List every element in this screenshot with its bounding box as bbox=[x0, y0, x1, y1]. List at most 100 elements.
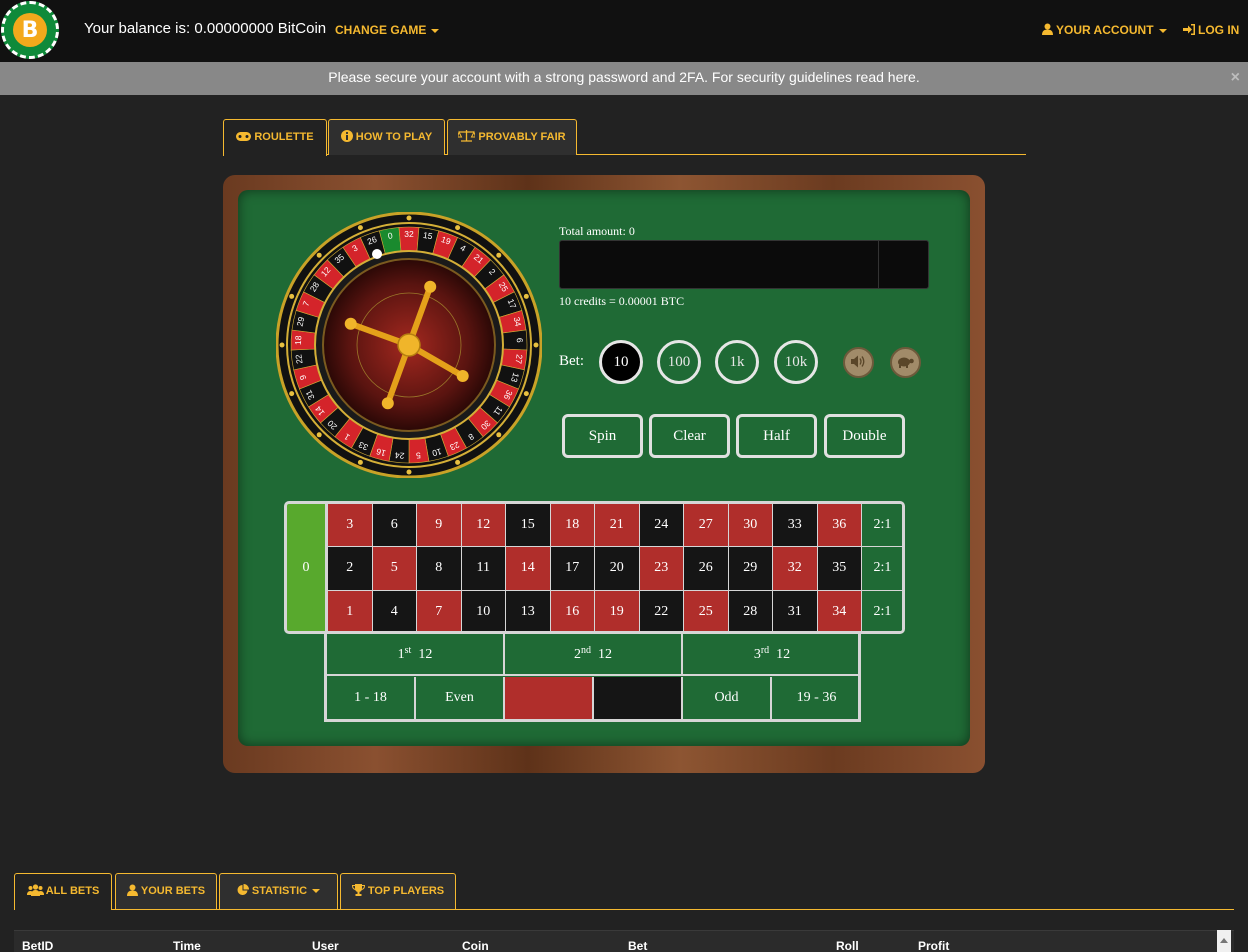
board-zero[interactable]: 0 bbox=[284, 501, 325, 634]
col-time[interactable]: Time bbox=[173, 939, 201, 952]
board-number-28[interactable]: 28 bbox=[728, 590, 773, 631]
board-number-14[interactable]: 14 bbox=[506, 547, 551, 591]
close-icon[interactable]: × bbox=[1231, 70, 1240, 86]
board-number-16[interactable]: 16 bbox=[550, 590, 595, 631]
dozen-1[interactable]: 1st 12 bbox=[327, 634, 505, 676]
board-number-35[interactable]: 35 bbox=[817, 547, 862, 591]
tab-top-players-label: TOP PLAYERS bbox=[367, 885, 445, 897]
wheel-stud bbox=[496, 252, 502, 258]
bitcoin-logo[interactable]: B bbox=[1, 1, 59, 59]
dozen-2-sup: nd bbox=[581, 645, 591, 656]
tab-your-bets-label: YOUR BETS bbox=[140, 885, 206, 897]
wheel-stud bbox=[455, 225, 461, 231]
tab-top-players[interactable]: TOP PLAYERS bbox=[340, 873, 456, 909]
sound-toggle[interactable] bbox=[843, 347, 874, 378]
tab-roulette[interactable]: ROULETTE bbox=[223, 119, 327, 156]
your-account-dropdown[interactable]: YOUR ACCOUNT bbox=[1042, 23, 1167, 37]
board-number-1[interactable]: 1 bbox=[328, 590, 373, 631]
bet-black[interactable] bbox=[594, 677, 683, 719]
board-number-5[interactable]: 5 bbox=[372, 547, 417, 591]
col-user[interactable]: User bbox=[312, 939, 339, 952]
board-number-11[interactable]: 11 bbox=[461, 547, 506, 591]
bet-odd[interactable]: Odd bbox=[683, 677, 772, 719]
wheel-number-27: 27 bbox=[514, 354, 525, 365]
tab-provably-fair[interactable]: PROVABLY FAIR bbox=[447, 119, 577, 155]
board-number-4[interactable]: 4 bbox=[372, 590, 417, 631]
dozen-3[interactable]: 3rd 12 bbox=[683, 634, 861, 676]
board-number-2[interactable]: 2 bbox=[328, 547, 373, 591]
dozen-3-sup: rd bbox=[760, 645, 770, 656]
speed-toggle[interactable] bbox=[890, 347, 921, 378]
column-bet-1[interactable]: 2:1 bbox=[862, 504, 902, 548]
tab-all-bets[interactable]: ALL BETS bbox=[14, 873, 112, 910]
col-profit[interactable]: Profit bbox=[918, 939, 949, 952]
change-game-dropdown[interactable]: CHANGE GAME bbox=[335, 23, 440, 37]
users-icon bbox=[26, 884, 44, 896]
turret-knob bbox=[424, 280, 437, 293]
col-roll[interactable]: Roll bbox=[836, 939, 859, 952]
scroll-up-arrow-icon[interactable] bbox=[1220, 938, 1228, 943]
board-number-36[interactable]: 36 bbox=[817, 504, 862, 548]
tab-your-bets[interactable]: YOUR BETS bbox=[115, 873, 217, 909]
board-number-23[interactable]: 23 bbox=[639, 547, 684, 591]
board-number-31[interactable]: 31 bbox=[773, 590, 818, 631]
clear-button[interactable]: Clear bbox=[649, 414, 730, 458]
col-coin[interactable]: Coin bbox=[462, 939, 489, 952]
outside-bets: 1st 12 2nd 12 3rd 12 1 - 18 Even Odd 19 … bbox=[324, 634, 861, 722]
board-number-6[interactable]: 6 bbox=[372, 504, 417, 548]
log-in-link[interactable]: LOG IN bbox=[1183, 23, 1239, 37]
board-number-12[interactable]: 12 bbox=[461, 504, 506, 548]
board-number-7[interactable]: 7 bbox=[417, 590, 462, 631]
dozen-2[interactable]: 2nd 12 bbox=[505, 634, 683, 676]
board-number-30[interactable]: 30 bbox=[728, 504, 773, 548]
wheel-stud bbox=[523, 293, 529, 299]
board-number-10[interactable]: 10 bbox=[461, 590, 506, 631]
board-number-27[interactable]: 27 bbox=[684, 504, 729, 548]
board-number-17[interactable]: 17 bbox=[550, 547, 595, 591]
board-number-24[interactable]: 24 bbox=[639, 504, 684, 548]
board-number-9[interactable]: 9 bbox=[417, 504, 462, 548]
board-number-21[interactable]: 21 bbox=[595, 504, 640, 548]
col-bet[interactable]: Bet bbox=[628, 939, 647, 952]
dozen-1-val: 12 bbox=[418, 647, 433, 662]
user-icon bbox=[126, 884, 138, 896]
bet-low-1-18[interactable]: 1 - 18 bbox=[327, 677, 416, 719]
chip-10[interactable]: 10 bbox=[599, 340, 643, 384]
log-in-label: LOG IN bbox=[1198, 23, 1240, 37]
board-number-8[interactable]: 8 bbox=[417, 547, 462, 591]
bet-red[interactable] bbox=[505, 677, 594, 719]
board-number-26[interactable]: 26 bbox=[684, 547, 729, 591]
board-number-15[interactable]: 15 bbox=[506, 504, 551, 548]
bet-even[interactable]: Even bbox=[416, 677, 505, 719]
board-number-33[interactable]: 33 bbox=[773, 504, 818, 548]
wheel-number-24: 24 bbox=[394, 450, 405, 461]
board-number-25[interactable]: 25 bbox=[684, 590, 729, 631]
chip-1k[interactable]: 1k bbox=[715, 340, 759, 384]
board-number-20[interactable]: 20 bbox=[595, 547, 640, 591]
board-number-32[interactable]: 32 bbox=[773, 547, 818, 591]
logo-clover-icon: B bbox=[13, 13, 47, 47]
half-button[interactable]: Half bbox=[736, 414, 817, 458]
chip-100[interactable]: 100 bbox=[657, 340, 701, 384]
board-number-18[interactable]: 18 bbox=[550, 504, 595, 548]
double-button[interactable]: Double bbox=[824, 414, 905, 458]
col-betid[interactable]: BetID bbox=[22, 939, 53, 952]
board-number-13[interactable]: 13 bbox=[506, 590, 551, 631]
board-number-34[interactable]: 34 bbox=[817, 590, 862, 631]
tab-how-to-play[interactable]: HOW TO PLAY bbox=[328, 119, 445, 155]
column-bet-2[interactable]: 2:1 bbox=[862, 547, 902, 591]
board-number-22[interactable]: 22 bbox=[639, 590, 684, 631]
tab-statistic[interactable]: STATISTIC bbox=[219, 873, 338, 909]
column-bet-3[interactable]: 2:1 bbox=[862, 590, 902, 631]
wheel-stud bbox=[496, 432, 502, 438]
scrollbar[interactable] bbox=[1217, 930, 1231, 952]
chip-10k[interactable]: 10k bbox=[774, 340, 818, 384]
board-number-19[interactable]: 19 bbox=[595, 590, 640, 631]
bet-high-19-36[interactable]: 19 - 36 bbox=[772, 677, 861, 719]
board-number-29[interactable]: 29 bbox=[728, 547, 773, 591]
wheel-stud bbox=[279, 342, 285, 348]
board-number-3[interactable]: 3 bbox=[328, 504, 373, 548]
spin-button[interactable]: Spin bbox=[562, 414, 643, 458]
alert-message[interactable]: Please secure your account with a strong… bbox=[328, 69, 919, 85]
dozen-2-num: 2 bbox=[574, 647, 581, 662]
